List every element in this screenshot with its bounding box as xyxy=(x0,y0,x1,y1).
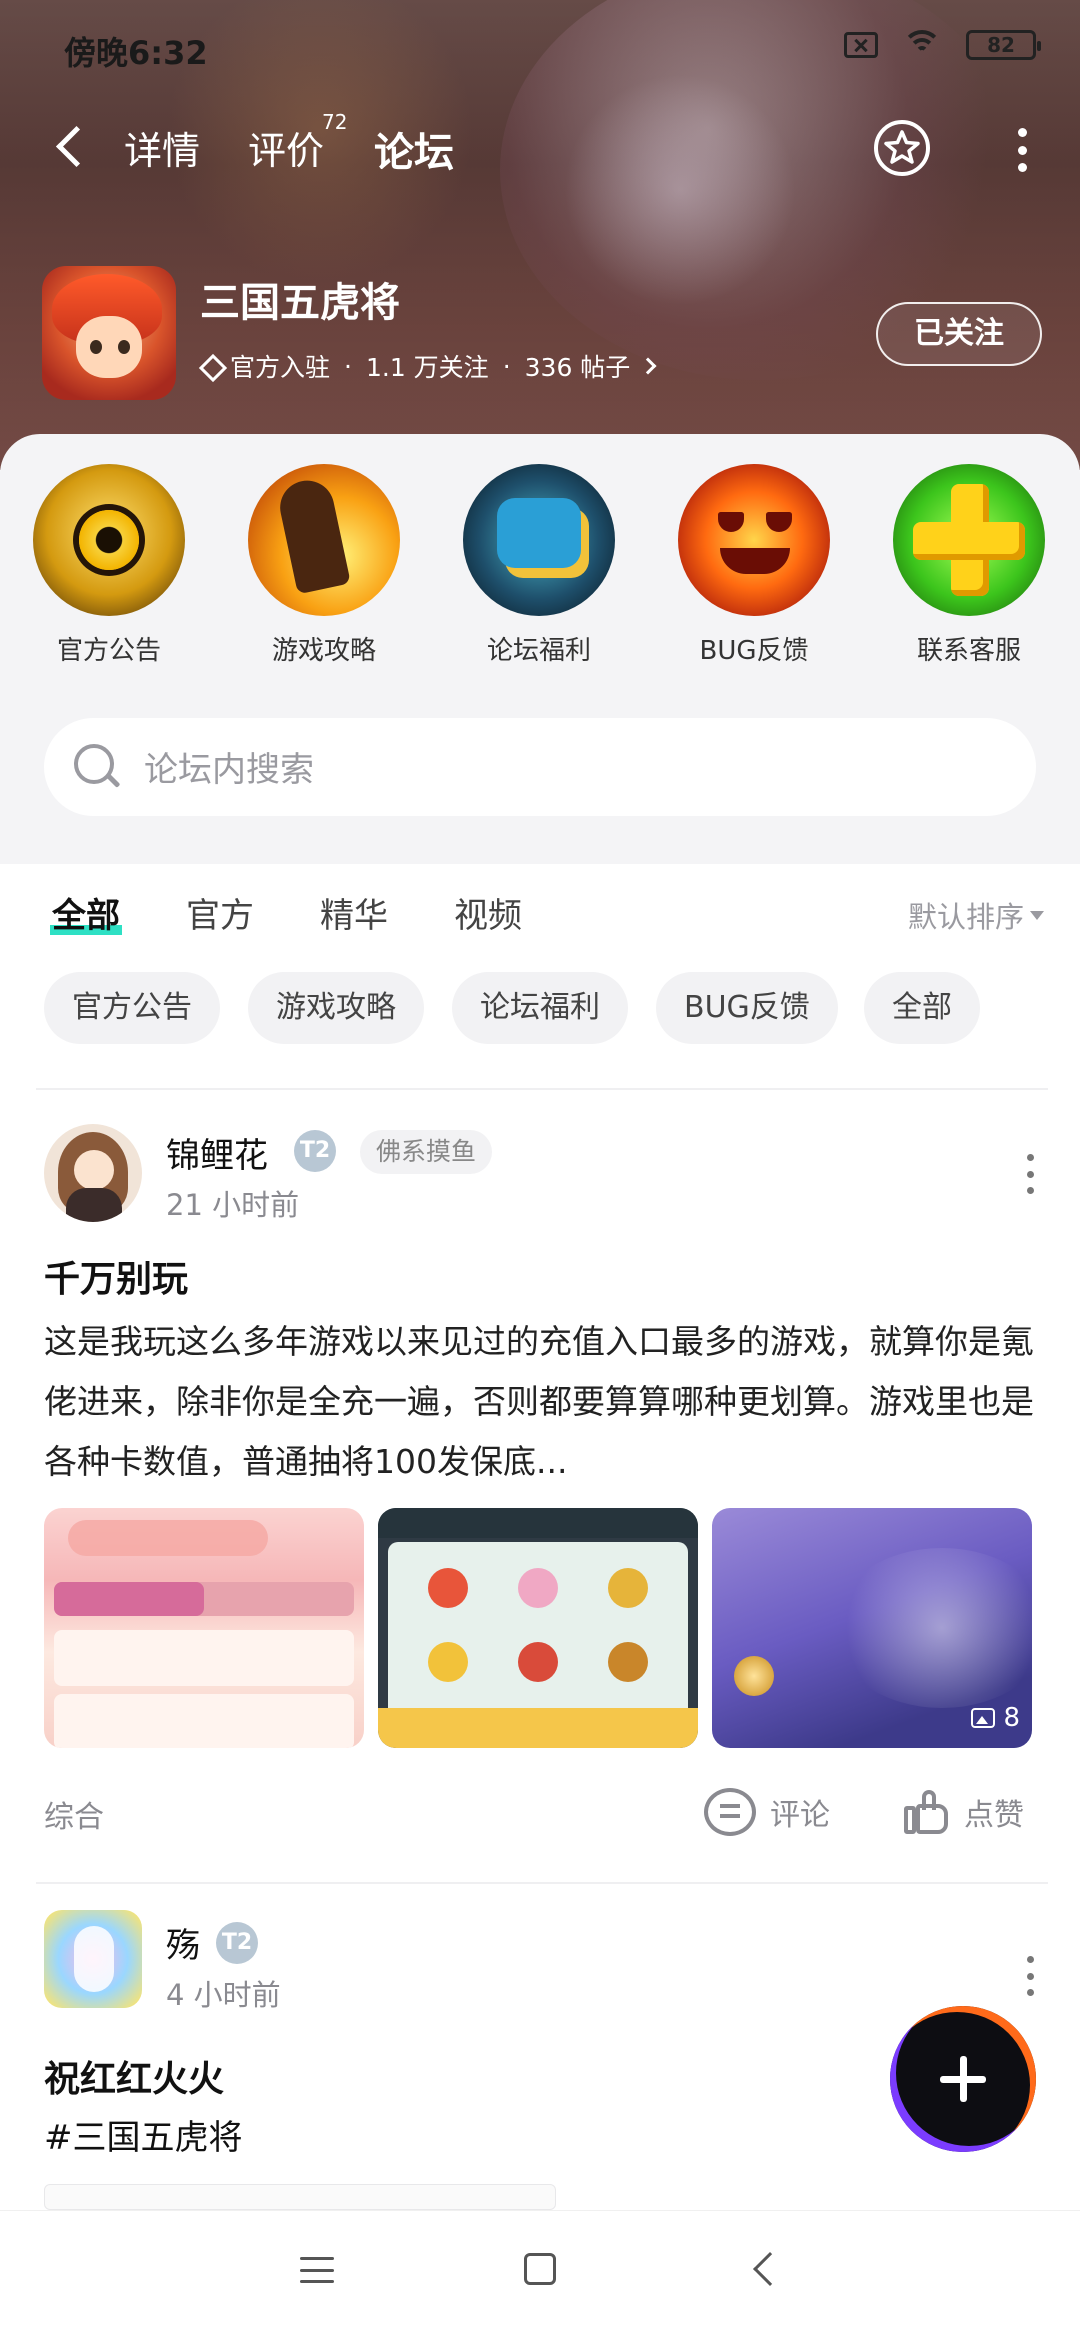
post-username[interactable]: 锦鲤花 xyxy=(166,1128,268,1177)
plus-cross-icon xyxy=(893,464,1045,616)
level-label: T2 xyxy=(299,1138,331,1163)
header-banner: 傍晚6:32 82 详情 评价 72 论坛 三国五虎将 官方入驻 · 1.1 万… xyxy=(0,0,1080,470)
chip-forum-welfare[interactable]: 论坛福利 xyxy=(452,972,628,1044)
menu-icon[interactable] xyxy=(300,2257,334,2283)
pumpkin-icon xyxy=(678,464,830,616)
image-count-badge: 8 xyxy=(971,1700,1020,1736)
game-title: 三国五虎将 xyxy=(200,280,400,326)
image-icon xyxy=(971,1708,996,1728)
post-username[interactable]: 殇 xyxy=(166,1918,200,1967)
post-more-icon[interactable] xyxy=(1024,1956,1036,1996)
comment-icon xyxy=(704,1788,756,1836)
tab-detail[interactable]: 详情 xyxy=(124,120,200,175)
chip-game-guide[interactable]: 游戏攻略 xyxy=(248,972,424,1044)
system-nav-bar xyxy=(0,2210,1080,2340)
post-body: 这是我玩这么多年游戏以来见过的充值入口最多的游戏，就算你是氪佬进来，除非你是全充… xyxy=(44,1322,1034,1481)
post-time: 4 小时前 xyxy=(166,1978,281,2012)
level-badge: T2 xyxy=(294,1130,336,1172)
star-icon[interactable] xyxy=(872,118,932,178)
search-placeholder: 论坛内搜索 xyxy=(144,750,314,790)
more-icon[interactable] xyxy=(1012,128,1032,172)
post-image[interactable]: 8 xyxy=(712,1508,1032,1748)
verified-label: 官方入驻 xyxy=(230,353,331,382)
create-post-button[interactable] xyxy=(890,2006,1036,2152)
game-meta[interactable]: 官方入驻 · 1.1 万关注 · 336 帖子 xyxy=(200,348,657,384)
back-icon[interactable] xyxy=(753,2252,787,2286)
post-hashtag[interactable]: #三国五虎将 xyxy=(44,2110,243,2159)
image-count: 8 xyxy=(1003,1703,1020,1733)
home-icon[interactable] xyxy=(524,2253,556,2285)
back-icon[interactable] xyxy=(50,122,90,172)
post-images: 8 xyxy=(44,1508,1036,1748)
post-category[interactable]: 综合 xyxy=(44,1792,104,1836)
post-image[interactable] xyxy=(44,2184,556,2210)
fist-icon xyxy=(248,464,400,616)
divider xyxy=(36,1088,1048,1090)
chip-bug-feedback[interactable]: BUG反馈 xyxy=(656,972,838,1044)
user-tag: 佛系摸鱼 xyxy=(360,1130,493,1174)
post-image[interactable] xyxy=(378,1508,698,1748)
avatar[interactable] xyxy=(44,1124,142,1222)
divider xyxy=(36,1882,1048,1884)
category-shortcuts: 官方公告 游戏攻略 论坛福利 BUG反馈 联系客服 xyxy=(0,464,1080,667)
post-card[interactable]: 锦鲤花 T2 佛系摸鱼 21 小时前 千万别玩 这是我玩这么多年游戏以来见过的充… xyxy=(0,1120,1080,1860)
search-input[interactable]: 论坛内搜索 xyxy=(44,718,1036,816)
filter-tabs: 全部 官方 精华 视频 默认排序 xyxy=(0,880,1080,960)
follower-count: 1.1 万关注 xyxy=(365,353,489,382)
post-footer: 综合 评论 点赞 xyxy=(44,1782,1040,1842)
category-chips: 官方公告 游戏攻略 论坛福利 BUG反馈 全部 xyxy=(44,972,1044,1044)
verified-diamond-icon xyxy=(200,355,222,377)
tab-forum[interactable]: 论坛 xyxy=(370,120,458,182)
wifi-icon xyxy=(902,30,942,60)
chip-official-announcement[interactable]: 官方公告 xyxy=(44,972,220,1044)
category-game-guide[interactable]: 游戏攻略 xyxy=(239,464,409,667)
eye-icon xyxy=(33,464,185,616)
category-bug-feedback[interactable]: BUG反馈 xyxy=(669,464,839,667)
avatar[interactable] xyxy=(44,1910,142,2008)
category-customer-service[interactable]: 联系客服 xyxy=(884,464,1054,667)
like-button[interactable]: 点赞 xyxy=(902,1782,1024,1842)
status-time: 傍晚6:32 xyxy=(64,34,208,72)
post-title: 千万别玩 xyxy=(44,1259,189,1300)
tab-video[interactable]: 视频 xyxy=(454,888,522,937)
battery-level: 82 xyxy=(987,33,1015,57)
post-time: 21 小时前 xyxy=(166,1188,300,1222)
follow-button[interactable]: 已关注 xyxy=(876,302,1042,366)
post-title: 祝红红火火 xyxy=(44,2059,225,2100)
post-count: 336 帖子 xyxy=(524,353,631,382)
gift-hand-icon xyxy=(463,464,615,616)
chip-all[interactable]: 全部 xyxy=(864,972,980,1044)
top-nav: 详情 评价 72 论坛 xyxy=(0,110,1080,190)
level-label: T2 xyxy=(221,1930,253,1955)
game-icon[interactable] xyxy=(42,266,176,400)
tab-featured[interactable]: 精华 xyxy=(320,888,388,937)
game-info: 三国五虎将 官方入驻 · 1.1 万关注 · 336 帖子 已关注 xyxy=(42,266,1042,400)
status-bar: 傍晚6:32 82 xyxy=(0,22,1080,78)
category-forum-welfare[interactable]: 论坛福利 xyxy=(454,464,624,667)
battery-icon: 82 xyxy=(966,30,1041,60)
level-badge: T2 xyxy=(216,1922,258,1964)
sim-off-icon xyxy=(844,32,878,58)
tab-review[interactable]: 评价 xyxy=(248,120,324,175)
tab-official[interactable]: 官方 xyxy=(186,888,254,937)
post-image[interactable] xyxy=(44,1508,364,1748)
chevron-right-icon xyxy=(639,357,657,375)
thumbs-up-icon xyxy=(902,1788,950,1836)
search-icon xyxy=(74,744,122,792)
forum-header-sheet: 官方公告 游戏攻略 论坛福利 BUG反馈 联系客服 论坛内搜索 xyxy=(0,434,1080,864)
review-count: 72 xyxy=(322,110,348,134)
tab-all[interactable]: 全部 xyxy=(50,888,122,937)
comment-button[interactable]: 评论 xyxy=(704,1782,830,1842)
sort-label: 默认排序 xyxy=(907,900,1024,934)
post-more-icon[interactable] xyxy=(1024,1154,1036,1194)
caret-down-icon xyxy=(1030,910,1044,920)
category-official-announcement[interactable]: 官方公告 xyxy=(24,464,194,667)
sort-dropdown[interactable]: 默认排序 xyxy=(908,894,1044,936)
